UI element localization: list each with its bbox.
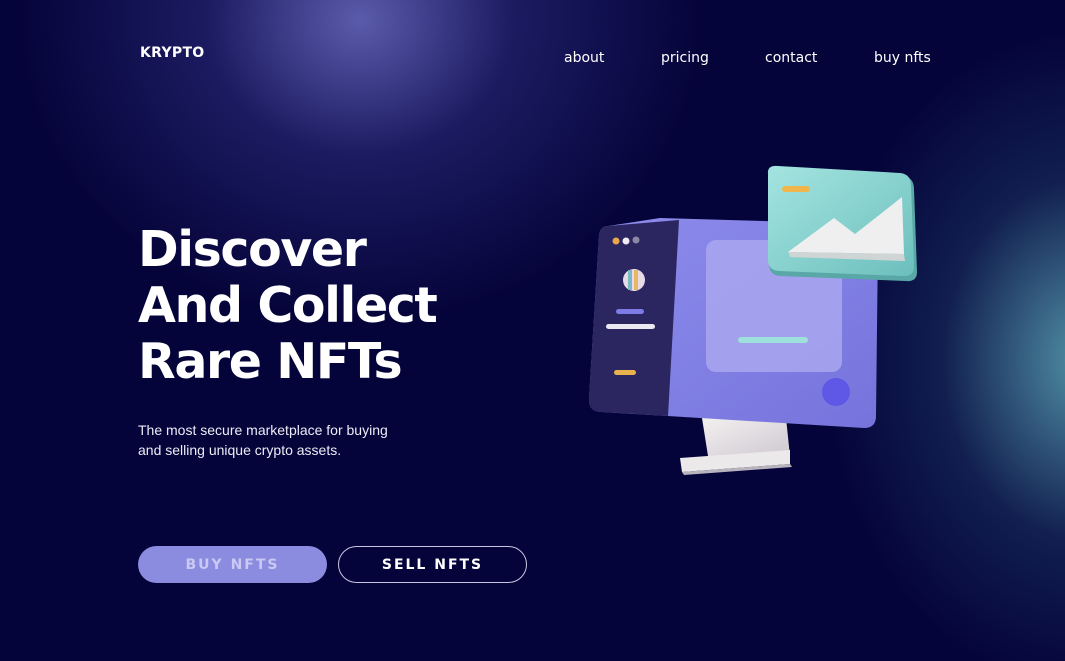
nav-link-pricing[interactable]: pricing (661, 50, 709, 66)
monitor-nft-illustration (588, 165, 917, 475)
sidebar-line (606, 324, 655, 329)
image-card-icon (767, 165, 917, 282)
sidebar-line (614, 370, 636, 375)
window-dot-icon (622, 237, 630, 245)
hero-subtitle: The most secure marketplace for buying a… (138, 422, 388, 458)
sidebar-line (616, 309, 644, 314)
window-dot-icon (612, 237, 620, 245)
record-button-icon (822, 378, 850, 406)
sell-nfts-button[interactable]: SELL NFTS (338, 546, 527, 583)
monitor-stand (680, 418, 792, 475)
hero-title: Discover And Collect Rare NFTs (138, 221, 438, 390)
window-dot-icon (632, 236, 640, 244)
hero-title-line: Discover (138, 221, 367, 278)
buy-nfts-button[interactable]: BUY NFTS (138, 546, 327, 583)
nav-link-buy-nfts[interactable]: buy nfts (874, 50, 931, 66)
hero-title-line: Rare NFTs (138, 333, 403, 390)
nav-link-about[interactable]: about (564, 50, 604, 66)
avatar-icon (623, 269, 645, 291)
hero-title-line: And Collect (138, 277, 438, 334)
content-line (738, 337, 808, 343)
nav-link-contact[interactable]: contact (765, 50, 817, 66)
top-nav: about pricing contact buy nfts (0, 50, 1065, 70)
